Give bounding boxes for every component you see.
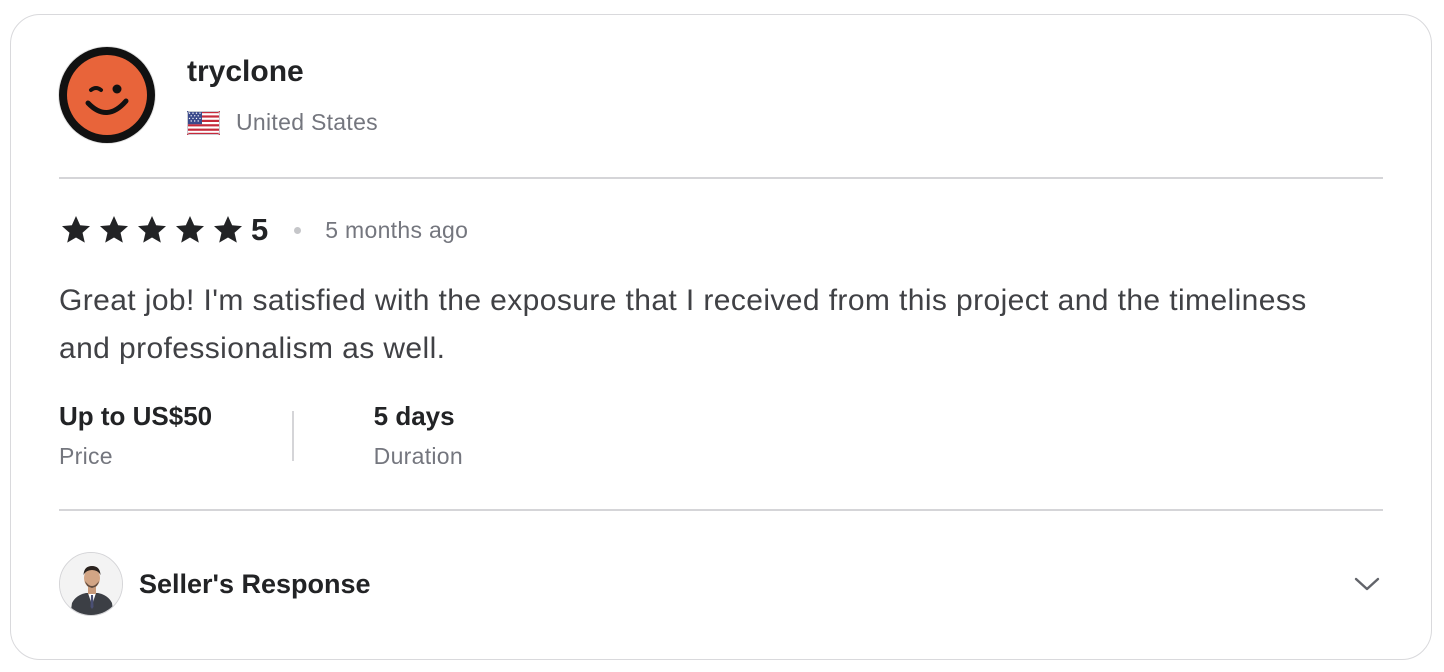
seller-response-title: Seller's Response (139, 568, 371, 599)
header-divider (59, 177, 1383, 179)
us-flag-icon (187, 110, 220, 135)
review-time-ago: 5 months ago (325, 216, 469, 243)
price-value: Up to US$50 (59, 401, 213, 431)
star-icon (138, 216, 166, 243)
reviewer-country-row: United States (187, 109, 378, 136)
reviewer-header: tryclone United States (59, 47, 378, 143)
star-rating (59, 214, 249, 246)
rating-value: 5 (251, 212, 269, 247)
rating-row: 5 5 months ago (59, 210, 468, 250)
winking-face-icon (67, 55, 147, 135)
star-icon (62, 216, 90, 243)
meta-divider (59, 509, 1383, 511)
reviewer-username[interactable]: tryclone (187, 57, 378, 87)
separator-dot (294, 226, 302, 234)
meta-separator (292, 411, 294, 461)
chevron-down-icon[interactable] (1351, 568, 1383, 600)
seller-response-toggle[interactable]: Seller's Response (59, 552, 1383, 616)
price-label: Price (59, 443, 113, 469)
duration-block: 5 days Duration (374, 403, 463, 470)
price-block: Up to US$50 Price (59, 403, 212, 470)
seller-avatar (59, 552, 123, 616)
seller-portrait-icon (60, 553, 122, 615)
star-icon (214, 216, 242, 243)
review-card: tryclone United States 5 5 months ago Gr… (10, 14, 1432, 660)
duration-value: 5 days (373, 401, 455, 431)
star-icon (100, 216, 128, 243)
reviewer-avatar[interactable] (59, 47, 155, 143)
duration-label: Duration (373, 443, 463, 469)
star-icon (176, 216, 204, 243)
review-text: Great job! I'm satisfied with the exposu… (59, 284, 1307, 365)
reviewer-country: United States (236, 109, 378, 135)
order-meta: Up to US$50 Price 5 days Duration (59, 403, 463, 470)
